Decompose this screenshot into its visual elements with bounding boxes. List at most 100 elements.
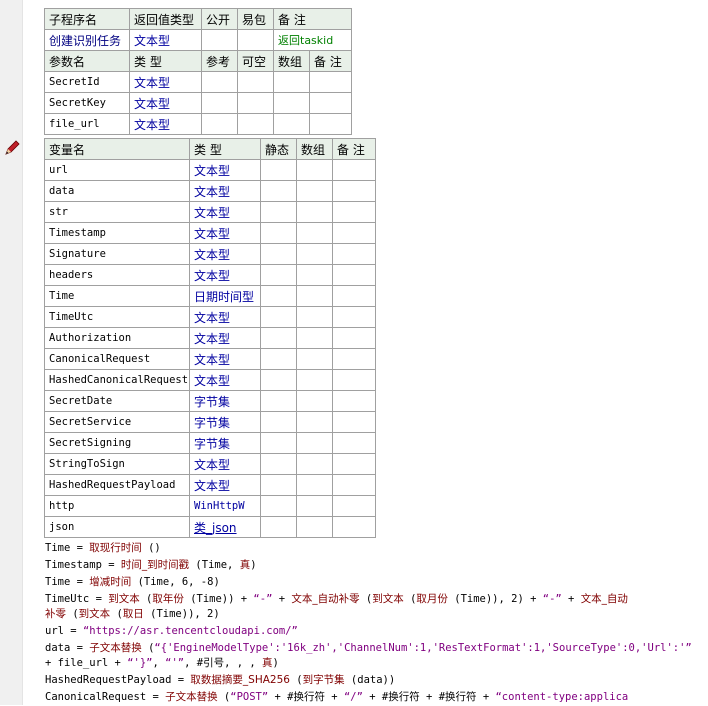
variable-name[interactable]: StringToSign: [44, 453, 190, 475]
param-array-cell[interactable]: [273, 113, 310, 135]
variable-remark-cell[interactable]: [332, 327, 376, 349]
variable-remark-cell[interactable]: [332, 201, 376, 223]
param-nullable-cell[interactable]: [237, 71, 274, 93]
variable-type[interactable]: 文本型: [189, 306, 261, 328]
variable-name[interactable]: Timestamp: [44, 222, 190, 244]
variable-static-cell[interactable]: [260, 495, 297, 517]
variable-remark-cell[interactable]: [332, 474, 376, 496]
variable-name[interactable]: url: [44, 159, 190, 181]
variable-row[interactable]: SecretDate 字节集: [44, 390, 376, 412]
param-type[interactable]: 文本型: [129, 113, 202, 135]
variable-array-cell[interactable]: [296, 432, 333, 454]
variable-remark-cell[interactable]: [332, 432, 376, 454]
variable-remark-cell[interactable]: [332, 516, 376, 538]
variable-type[interactable]: 文本型: [189, 222, 261, 244]
variable-type[interactable]: 字节集: [189, 411, 261, 433]
variable-remark-cell[interactable]: [332, 285, 376, 307]
variable-static-cell[interactable]: [260, 222, 297, 244]
variable-type[interactable]: 文本型: [189, 201, 261, 223]
variable-static-cell[interactable]: [260, 453, 297, 475]
variable-array-cell[interactable]: [296, 348, 333, 370]
variable-row[interactable]: StringToSign 文本型: [44, 453, 376, 475]
variable-row[interactable]: str 文本型: [44, 201, 376, 223]
variable-type[interactable]: 类_json: [189, 516, 261, 538]
variable-name[interactable]: TimeUtc: [44, 306, 190, 328]
param-row[interactable]: SecretKey 文本型: [44, 92, 353, 114]
variable-array-cell[interactable]: [296, 369, 333, 391]
variable-static-cell[interactable]: [260, 201, 297, 223]
variable-row[interactable]: data 文本型: [44, 180, 376, 202]
variable-array-cell[interactable]: [296, 453, 333, 475]
variable-remark-cell[interactable]: [332, 348, 376, 370]
variable-static-cell[interactable]: [260, 516, 297, 538]
variable-name[interactable]: data: [44, 180, 190, 202]
code-line[interactable]: 补零 (到文本 (取日 (Time)), 2): [45, 606, 705, 623]
variable-name[interactable]: Time: [44, 285, 190, 307]
variable-type[interactable]: 文本型: [189, 180, 261, 202]
param-row[interactable]: SecretId 文本型: [44, 71, 353, 93]
variable-array-cell[interactable]: [296, 180, 333, 202]
param-remark-cell[interactable]: [308, 71, 353, 93]
variable-row[interactable]: TimeUtc 文本型: [44, 306, 376, 328]
variable-name[interactable]: Signature: [44, 243, 190, 265]
variable-type[interactable]: 文本型: [189, 474, 261, 496]
variable-type[interactable]: 文本型: [189, 243, 261, 265]
param-array-cell[interactable]: [273, 71, 310, 93]
param-remark-cell[interactable]: [308, 92, 353, 114]
subroutine-easy-pkg-cell[interactable]: [237, 29, 274, 51]
variable-static-cell[interactable]: [260, 474, 297, 496]
param-name[interactable]: file_url: [44, 113, 130, 135]
variable-remark-cell[interactable]: [332, 369, 376, 391]
variable-array-cell[interactable]: [296, 390, 333, 412]
param-type[interactable]: 文本型: [129, 92, 202, 114]
code-line[interactable]: HashedRequestPayload = 取数据摘要_SHA256 (到字节…: [45, 672, 705, 689]
variable-row[interactable]: SecretService 字节集: [44, 411, 376, 433]
variable-remark-cell[interactable]: [332, 264, 376, 286]
variable-array-cell[interactable]: [296, 306, 333, 328]
variable-name[interactable]: SecretSigning: [44, 432, 190, 454]
param-name[interactable]: SecretId: [44, 71, 130, 93]
variable-array-cell[interactable]: [296, 243, 333, 265]
variable-array-cell[interactable]: [296, 159, 333, 181]
subroutine-row[interactable]: 创建识别任务 文本型 返回taskid: [44, 29, 353, 51]
code-editor[interactable]: Time = 取现行时间 () Timestamp = 时间_到时间戳 (Time…: [45, 540, 705, 706]
variable-type[interactable]: 文本型: [189, 348, 261, 370]
variable-array-cell[interactable]: [296, 327, 333, 349]
variable-type[interactable]: 文本型: [189, 453, 261, 475]
code-line[interactable]: CanonicalRequest = 子文本替换 (“POST” + #换行符 …: [45, 689, 705, 706]
subroutine-return-type[interactable]: 文本型: [129, 29, 202, 51]
variable-row[interactable]: HashedCanonicalRequest 文本型: [44, 369, 376, 391]
code-line[interactable]: Timestamp = 时间_到时间戳 (Time, 真): [45, 557, 705, 574]
variable-name[interactable]: SecretService: [44, 411, 190, 433]
variable-type[interactable]: 字节集: [189, 432, 261, 454]
param-ref-cell[interactable]: [201, 113, 238, 135]
variable-remark-cell[interactable]: [332, 411, 376, 433]
variable-static-cell[interactable]: [260, 243, 297, 265]
param-remark-cell[interactable]: [308, 113, 353, 135]
subroutine-name[interactable]: 创建识别任务: [44, 29, 130, 51]
variable-static-cell[interactable]: [260, 159, 297, 181]
variable-row[interactable]: HashedRequestPayload 文本型: [44, 474, 376, 496]
variable-row[interactable]: Timestamp 文本型: [44, 222, 376, 244]
variable-static-cell[interactable]: [260, 390, 297, 412]
variable-type[interactable]: 字节集: [189, 390, 261, 412]
param-type[interactable]: 文本型: [129, 71, 202, 93]
variable-remark-cell[interactable]: [332, 180, 376, 202]
variable-remark-cell[interactable]: [332, 306, 376, 328]
variable-array-cell[interactable]: [296, 516, 333, 538]
variable-row[interactable]: Authorization 文本型: [44, 327, 376, 349]
variable-array-cell[interactable]: [296, 411, 333, 433]
variable-name[interactable]: CanonicalRequest: [44, 348, 190, 370]
variable-row[interactable]: url 文本型: [44, 159, 376, 181]
variable-array-cell[interactable]: [296, 201, 333, 223]
variable-remark-cell[interactable]: [332, 159, 376, 181]
variable-remark-cell[interactable]: [332, 243, 376, 265]
variable-name[interactable]: HashedRequestPayload: [44, 474, 190, 496]
variable-type[interactable]: 文本型: [189, 159, 261, 181]
variable-type[interactable]: 日期时间型: [189, 285, 261, 307]
variable-type[interactable]: WinHttpW: [189, 495, 261, 517]
variable-type[interactable]: 文本型: [189, 264, 261, 286]
variable-static-cell[interactable]: [260, 264, 297, 286]
param-array-cell[interactable]: [273, 92, 310, 114]
variable-array-cell[interactable]: [296, 264, 333, 286]
